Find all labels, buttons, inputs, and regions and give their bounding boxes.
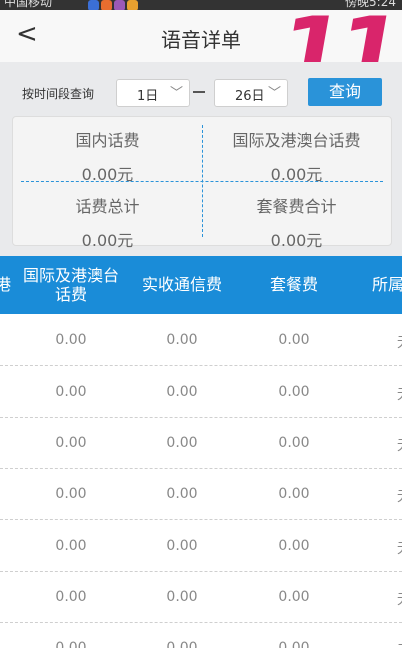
international-fee: 国际及港澳台话费 0.00元 bbox=[202, 127, 391, 185]
table-cell: 0.00 bbox=[166, 538, 198, 554]
table-row: 0.00 0.00 0.00 无 bbox=[0, 571, 402, 623]
table-cell: 0.00 bbox=[55, 640, 87, 648]
table-cell: 0.00 bbox=[166, 332, 198, 348]
table-row: 0.00 0.00 0.00 无 bbox=[0, 468, 402, 520]
table-cell: 0.00 bbox=[278, 589, 310, 605]
table-cell: 0.00 bbox=[278, 486, 310, 502]
carrier-label: 中国移动 bbox=[4, 0, 53, 9]
query-button[interactable]: 查询 bbox=[308, 78, 382, 106]
table-cell: 0.00 bbox=[278, 435, 310, 451]
detail-table[interactable]: 0.00 0.00 0.00 无 0.00 0.00 0.00 无 0.00 0… bbox=[0, 314, 402, 648]
international-fee-label: 国际及港澳台话费 bbox=[232, 131, 361, 150]
package-fee-label: 套餐费合计 bbox=[256, 197, 337, 216]
table-row: 0.00 0.00 0.00 无 bbox=[0, 417, 402, 469]
table-cell: 无 bbox=[394, 435, 402, 455]
column-header: 港 bbox=[0, 275, 11, 295]
table-cell: 无 bbox=[394, 640, 402, 648]
start-day-select[interactable]: 1日 ﹀ bbox=[116, 79, 190, 107]
start-day-value: 1日 bbox=[137, 89, 159, 104]
table-cell: 0.00 bbox=[55, 486, 87, 502]
app-icon bbox=[101, 0, 112, 10]
table-row: 0.00 0.00 0.00 无 bbox=[0, 314, 402, 366]
table-row: 0.00 0.00 0.00 无 bbox=[0, 520, 402, 572]
table-cell: 0.00 bbox=[55, 589, 87, 605]
table-cell: 0.00 bbox=[278, 538, 310, 554]
table-cell: 无 bbox=[394, 486, 402, 506]
table-cell: 无 bbox=[394, 384, 402, 404]
table-header: 港 国际及港澳台话费 实收通信费 套餐费 所属 bbox=[0, 256, 402, 314]
column-header: 实收通信费 bbox=[141, 275, 222, 295]
table-cell: 0.00 bbox=[55, 332, 87, 348]
table-cell: 0.00 bbox=[166, 435, 198, 451]
date-filter: 按时间段查询 1日 ﹀ 26日 ﹀ 查询 bbox=[0, 62, 402, 116]
app-icon bbox=[88, 0, 99, 10]
nav-bar: < 语音详单 11 bbox=[0, 0, 402, 107]
table-cell: 0.00 bbox=[166, 384, 198, 400]
filter-label: 按时间段查询 bbox=[22, 87, 95, 101]
total-fee: 话费总计 0.00元 bbox=[13, 193, 202, 251]
table-cell: 0.00 bbox=[278, 384, 310, 400]
table-cell: 0.00 bbox=[278, 640, 310, 648]
range-separator bbox=[193, 91, 205, 93]
domestic-fee: 国内话费 0.00元 bbox=[13, 127, 202, 185]
column-header: 所属 bbox=[371, 275, 402, 295]
table-cell: 0.00 bbox=[166, 640, 198, 648]
total-fee-value: 0.00元 bbox=[81, 231, 134, 250]
column-header: 国际及港澳台话费 bbox=[22, 265, 119, 304]
chevron-down-icon: ﹀ bbox=[169, 86, 183, 101]
total-fee-label: 话费总计 bbox=[75, 197, 140, 216]
table-cell: 0.00 bbox=[55, 384, 87, 400]
table-cell: 0.00 bbox=[55, 538, 87, 554]
app-icon bbox=[127, 0, 138, 10]
summary-panel: 国内话费 0.00元 国际及港澳台话费 0.00元 话费总计 0.00元 套餐费… bbox=[12, 116, 392, 250]
table-cell: 无 bbox=[394, 538, 402, 558]
table-cell: 无 bbox=[394, 332, 402, 352]
end-day-select[interactable]: 26日 ﹀ bbox=[214, 79, 288, 107]
table-cell: 0.00 bbox=[166, 486, 198, 502]
table-row: 0.00 0.00 0.00 无 bbox=[0, 366, 402, 418]
end-day-value: 26日 bbox=[235, 89, 265, 104]
notification-icons bbox=[88, 0, 140, 10]
divider bbox=[21, 181, 383, 182]
table-cell: 0.00 bbox=[278, 332, 310, 348]
chevron-down-icon: ﹀ bbox=[267, 86, 281, 101]
table-row: 0.00 0.00 0.00 无 bbox=[0, 622, 402, 648]
package-fee: 套餐费合计 0.00元 bbox=[202, 193, 391, 251]
table-cell: 0.00 bbox=[55, 435, 87, 451]
table-cell: 无 bbox=[394, 589, 402, 609]
table-cell: 0.00 bbox=[166, 589, 198, 605]
column-header: 套餐费 bbox=[269, 275, 318, 295]
domestic-fee-label: 国内话费 bbox=[75, 131, 140, 150]
package-fee-value: 0.00元 bbox=[270, 231, 323, 250]
app-icon bbox=[114, 0, 125, 10]
